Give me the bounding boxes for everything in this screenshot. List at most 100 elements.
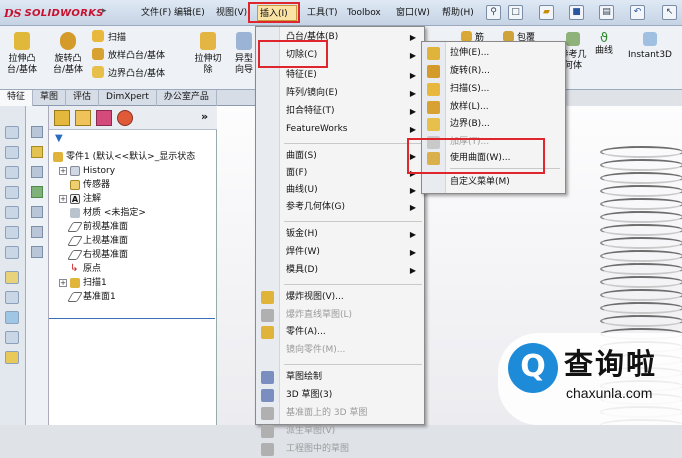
- view-tool-icon[interactable]: [5, 186, 19, 199]
- insert-menu-item[interactable]: 派生草图(V): [256, 423, 424, 440]
- tree-item-origin[interactable]: ↳ 原点: [59, 262, 209, 276]
- menu-help[interactable]: 帮助(H): [440, 5, 476, 21]
- tab-dimxpert[interactable]: DimXpert: [99, 90, 157, 106]
- tree-item-top-plane[interactable]: 上视基准面: [59, 234, 209, 248]
- expand-chevron-icon[interactable]: »: [201, 110, 208, 123]
- panel-icon[interactable]: [31, 166, 43, 178]
- menu-separator: [284, 364, 422, 365]
- panel-icon[interactable]: [31, 126, 43, 138]
- view-tool-icon[interactable]: [5, 226, 19, 239]
- submenu-arrow-icon: ▶: [409, 248, 416, 257]
- insert-menu-item[interactable]: 曲面(S) ▶: [256, 148, 424, 165]
- open-folder-icon[interactable]: ▰: [539, 5, 554, 20]
- menu-file[interactable]: 文件(F): [139, 5, 173, 21]
- tab-sketch[interactable]: 草图: [33, 90, 67, 106]
- undo-icon[interactable]: ↶: [630, 5, 645, 20]
- tree-item-right-plane[interactable]: 右视基准面: [59, 248, 209, 262]
- print-icon[interactable]: ▤: [599, 5, 614, 20]
- tab-features[interactable]: 特征: [0, 90, 34, 106]
- insert-menu-item[interactable]: 草图绘制: [256, 369, 424, 386]
- sketch-tool-icon[interactable]: [5, 311, 19, 324]
- pin-icon[interactable]: ⚲: [486, 5, 501, 20]
- insert-menu-highlight: [248, 2, 300, 23]
- cut-submenu-item[interactable]: 边界(B)...: [422, 115, 565, 133]
- feature-manager-tab-icon[interactable]: [54, 110, 70, 126]
- insert-menu-item[interactable]: 面(F) ▶: [256, 165, 424, 182]
- panel-icon[interactable]: [31, 206, 43, 218]
- view-tool-icon[interactable]: [5, 126, 19, 139]
- tree-item-front-plane[interactable]: 前视基准面: [59, 220, 209, 234]
- extrude-boss-button[interactable]: 拉伸凸 台/基体: [2, 32, 42, 76]
- view-tool-icon[interactable]: [5, 246, 19, 259]
- sketch-tool-icon[interactable]: [5, 271, 19, 284]
- sketch-tool-icon[interactable]: [5, 351, 19, 364]
- tree-children: + History 传感器 + A 注解 材质 <未指定> 前视基准面 上视基准面 右…: [59, 164, 209, 304]
- insert-menu-item[interactable]: 模具(D) ▶: [256, 262, 424, 279]
- insert-menu-item[interactable]: 爆炸视图(V)...: [256, 289, 424, 306]
- property-manager-tab-icon[interactable]: [75, 110, 91, 126]
- insert-menu-item[interactable]: 钣金(H) ▶: [256, 226, 424, 243]
- filter-icon[interactable]: ▼: [55, 134, 65, 144]
- insert-menu-item[interactable]: 基准面上的 3D 草图: [256, 405, 424, 422]
- insert-menu-item[interactable]: 参考几何体(G) ▶: [256, 199, 424, 216]
- save-icon[interactable]: ■: [569, 5, 584, 20]
- tab-evaluate[interactable]: 评估: [66, 90, 100, 106]
- sketch-tool-icon[interactable]: [5, 291, 19, 304]
- cut-submenu-item[interactable]: 旋转(R)...: [422, 62, 565, 80]
- tree-item-plane1[interactable]: 基准面1: [59, 290, 209, 304]
- menu-tools[interactable]: 工具(T): [305, 5, 340, 21]
- menu-edit[interactable]: 编辑(E): [172, 5, 207, 21]
- menu-view[interactable]: 视图(V): [214, 5, 249, 21]
- cut-submenu-item[interactable]: 拉伸(E)...: [422, 44, 565, 62]
- tree-item-material[interactable]: 材质 <未指定>: [59, 206, 209, 220]
- tab-office-products[interactable]: 办公室产品: [157, 90, 217, 106]
- insert-menu-item[interactable]: 工程图中的草图: [256, 441, 424, 458]
- revolve-boss-button[interactable]: 旋转凸 台/基体: [48, 32, 88, 76]
- tree-root[interactable]: 零件1 (默认<<默认>_显示状态: [53, 150, 195, 164]
- select-icon[interactable]: ↖: [662, 5, 677, 20]
- menu-item-icon: [261, 443, 274, 456]
- insert-menu-item[interactable]: FeatureWorks ▶: [256, 121, 424, 138]
- sweep-button[interactable]: 扫描: [92, 29, 192, 43]
- spring-coil: [600, 185, 682, 197]
- tree-item-annotations[interactable]: + A 注解: [59, 192, 209, 206]
- extrude-cut-button[interactable]: 拉伸切 除: [188, 32, 228, 76]
- insert-menu-item[interactable]: 扣合特征(T) ▶: [256, 103, 424, 120]
- insert-menu-item[interactable]: 零件(A)...: [256, 324, 424, 341]
- cut-submenu-item[interactable]: 放样(L)...: [422, 98, 565, 116]
- insert-menu-item[interactable]: 曲线(U) ▶: [256, 182, 424, 199]
- sketch-tool-icon[interactable]: [5, 331, 19, 344]
- boundary-boss-button[interactable]: 边界凸台/基体: [92, 65, 202, 79]
- insert-menu-item[interactable]: 镜向零件(M)...: [256, 342, 424, 359]
- configuration-tab-icon[interactable]: [96, 110, 112, 126]
- insert-menu-item[interactable]: 爆炸直线草图(L): [256, 307, 424, 324]
- tree-item-sweep1[interactable]: + 扫描1: [59, 276, 209, 290]
- loft-boss-button[interactable]: 放样凸台/基体: [92, 47, 202, 61]
- appearance-tab-icon[interactable]: [117, 110, 133, 126]
- rollback-bar[interactable]: [49, 318, 215, 319]
- insert-menu-item[interactable]: 3D 草图(3): [256, 387, 424, 404]
- insert-menu-item[interactable]: 阵列/镜向(E) ▶: [256, 85, 424, 102]
- panel-icon[interactable]: [31, 226, 43, 238]
- menu-window[interactable]: 窗口(W): [394, 5, 432, 21]
- ds-logo-mark: DS: [4, 6, 22, 20]
- insert-menu-item[interactable]: 焊件(W) ▶: [256, 244, 424, 261]
- view-tool-icon[interactable]: [5, 166, 19, 179]
- instant3d-button[interactable]: Instant3D: [622, 32, 678, 61]
- menu-toolbox[interactable]: Toolbox: [345, 5, 383, 21]
- cut-submenu-item[interactable]: 自定义菜单(M): [422, 173, 565, 191]
- new-document-icon[interactable]: □: [508, 5, 523, 20]
- panel-icon[interactable]: [31, 146, 43, 158]
- view-tool-icon[interactable]: [5, 146, 19, 159]
- cut-submenu-item[interactable]: 扫描(S)...: [422, 80, 565, 98]
- insert-menu-item[interactable]: 特征(E) ▶: [256, 67, 424, 84]
- origin-icon: ↳: [70, 263, 79, 274]
- menu-arrow-icon[interactable]: ▸: [102, 6, 114, 18]
- curves-button[interactable]: ϑ 曲线: [590, 32, 618, 57]
- rib-icon: [461, 30, 472, 42]
- panel-icon[interactable]: [31, 186, 43, 198]
- view-tool-icon[interactable]: [5, 206, 19, 219]
- tree-item-history[interactable]: + History: [59, 164, 209, 178]
- panel-icon[interactable]: [31, 246, 43, 258]
- tree-item-sensors[interactable]: 传感器: [59, 178, 209, 192]
